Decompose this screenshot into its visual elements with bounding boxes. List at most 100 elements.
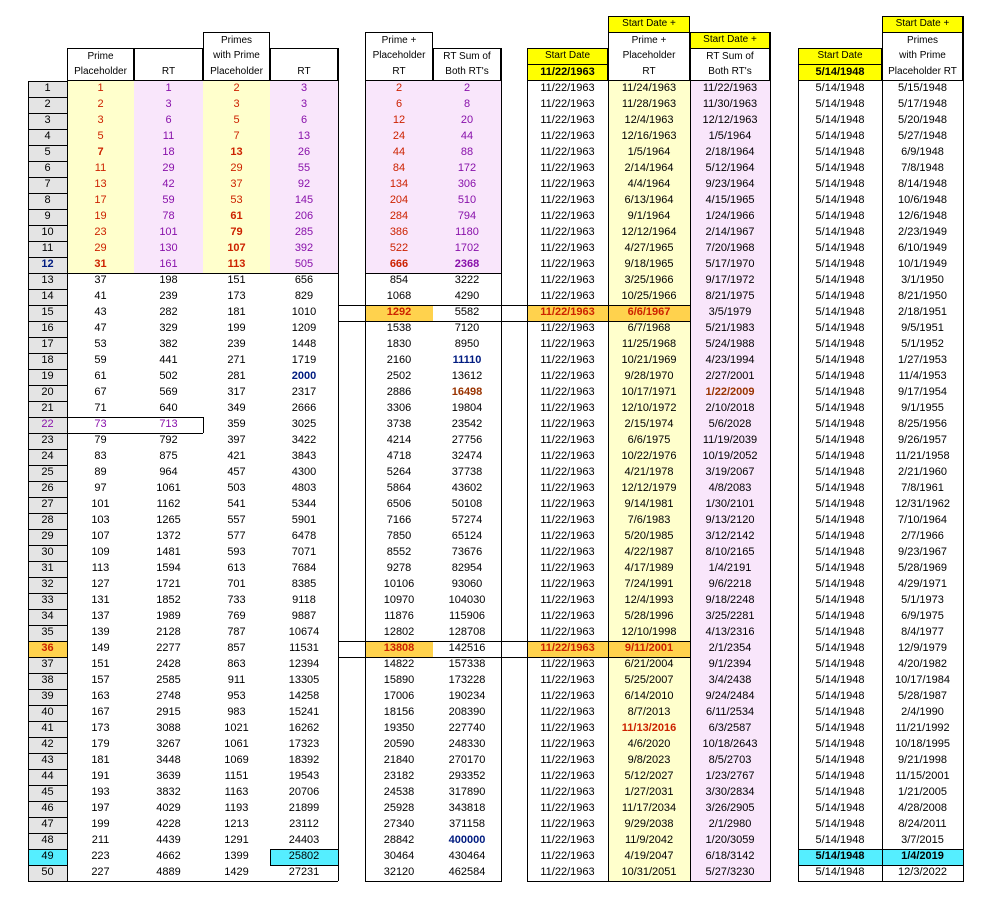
cell-r3-c11: 5/14/1948	[815, 114, 865, 126]
cell-r7-c1: 13	[94, 178, 107, 190]
cell-r45-c11: 5/14/1948	[815, 786, 865, 798]
hdr-rt: RT	[161, 66, 176, 77]
row49-rt-left	[270, 849, 271, 865]
cell-r26-c7: 43602	[451, 482, 483, 494]
cell-r50-c3: 1429	[224, 866, 249, 878]
cell-r18-c5: 1719	[291, 354, 317, 366]
cell-r14-c8: 11/22/1963	[540, 290, 595, 302]
cell-r42-c7: 248330	[448, 738, 486, 750]
cell-r25-c3: 457	[227, 466, 246, 478]
cell-r41-c3: 1021	[224, 722, 249, 734]
cell-r31-c6: 9278	[386, 562, 412, 574]
cell-r16-c0: 16	[41, 322, 54, 334]
index-row-line-21	[28, 417, 67, 418]
cell-r41-c7: 227740	[448, 722, 486, 734]
date2-block-left-border	[798, 48, 799, 882]
index-row-line-8	[28, 209, 67, 210]
cell-r42-c3: 1061	[224, 738, 249, 750]
cell-r25-c1: 89	[94, 466, 107, 478]
cell-r18-c10: 4/23/1994	[705, 354, 755, 366]
cell-r27-c6: 6506	[386, 498, 412, 510]
cell-r39-c12: 5/28/1987	[898, 690, 947, 702]
cell-r10-c8: 11/22/1963	[540, 226, 595, 238]
cell-r25-c0: 25	[41, 466, 54, 478]
cell-r42-c0: 42	[41, 738, 54, 750]
cell-r36-c11: 5/14/1948	[815, 642, 865, 654]
cell-r8-c10: 4/15/1965	[705, 194, 755, 206]
cell-r45-c2: 3832	[156, 786, 181, 798]
cell-r41-c5: 16262	[288, 722, 320, 734]
cell-r43-c11: 5/14/1948	[815, 754, 865, 766]
cell-r2-c6: 6	[395, 98, 403, 110]
row49-date-bot	[798, 865, 963, 866]
cell-r22-c6: 3738	[386, 418, 412, 430]
cell-r27-c2: 1162	[156, 498, 181, 510]
cell-r47-c2: 4228	[156, 818, 181, 830]
cell-r24-c5: 3843	[291, 450, 317, 462]
cell-r13-c5: 656	[294, 274, 314, 286]
cell-r50-c2: 4889	[156, 866, 181, 878]
cell-r25-c11: 5/14/1948	[815, 466, 865, 478]
cell-r19-c6: 2502	[386, 370, 412, 382]
cell-r13-c3: 151	[227, 274, 246, 286]
cell-r15-c10: 3/5/1979	[708, 306, 752, 318]
cell-r34-c8: 11/22/1963	[540, 610, 595, 622]
cell-r31-c5: 7684	[291, 562, 317, 574]
cell-r21-c3: 349	[227, 402, 246, 414]
cell-r3-c2: 6	[165, 114, 172, 126]
cell-r35-c7: 128708	[448, 626, 486, 638]
cell-r27-c0: 27	[41, 498, 54, 510]
cell-r49-c12: 1/4/2019	[882, 849, 963, 865]
cell-r11-c6: 522	[389, 242, 409, 254]
cell-r43-c7: 270170	[448, 754, 486, 766]
cell-r33-c8: 11/22/1963	[540, 594, 595, 606]
left-block-right-border	[338, 48, 339, 881]
cell-r4-c7: 44	[460, 130, 474, 142]
connector-top-14	[338, 305, 365, 306]
cell-r29-c0: 29	[41, 530, 54, 542]
cell-r33-c6: 10970	[383, 594, 415, 606]
cell-r42-c5: 17323	[288, 738, 320, 750]
cell-r48-c12: 3/7/2015	[901, 834, 944, 846]
cell-r9-c10: 1/24/1966	[705, 210, 755, 222]
hdr-sdprt-2: Placeholder	[622, 50, 676, 61]
cell-r44-c5: 19543	[288, 770, 320, 782]
cell-r7-c0: 7	[44, 178, 51, 190]
cell-r37-c9: 6/21/2004	[624, 658, 674, 670]
cell-r19-c2: 502	[159, 370, 178, 382]
index-row-line-9	[28, 225, 67, 226]
cell-r22-c1: 73	[94, 418, 107, 430]
cell-r42-c1: 179	[91, 738, 110, 750]
hdr-sdsum-2: Both RT's	[708, 66, 752, 77]
cell-r40-c3: 983	[227, 706, 246, 718]
cell-r9-c11: 5/14/1948	[815, 210, 865, 222]
row-box-top-35	[365, 641, 690, 642]
cell-r13-c7: 3222	[454, 274, 480, 286]
index-row-line-4	[28, 145, 67, 146]
cell-r1-c3: 2	[233, 82, 240, 94]
cell-r11-c1: 29	[94, 242, 107, 254]
cell-r46-c2: 4029	[156, 802, 181, 814]
row-box-bot-35	[365, 657, 690, 658]
cell-r5-c6: 44	[392, 146, 406, 158]
hdr-sdprt-3: RT	[642, 66, 656, 77]
cell-r37-c12: 4/20/1982	[898, 658, 947, 670]
cell-r33-c5: 9118	[292, 594, 316, 606]
cell-r32-c12: 4/29/1971	[898, 578, 947, 590]
cell-r27-c11: 5/14/1948	[815, 498, 865, 510]
index-row-line-0	[28, 81, 67, 82]
cell-r17-c2: 382	[159, 338, 178, 350]
cell-r41-c11: 5/14/1948	[815, 722, 865, 734]
cell-r2-c0: 2	[44, 98, 51, 110]
row49-rt-bot	[270, 865, 338, 866]
cell-r18-c8: 11/22/1963	[540, 354, 595, 366]
cell-r13-c9: 3/25/1966	[624, 274, 674, 286]
cell-r43-c2: 3448	[156, 754, 181, 766]
cell-r35-c12: 8/4/1977	[901, 626, 944, 638]
cell-r2-c2: 3	[165, 98, 172, 110]
cell-r8-c12: 10/6/1948	[898, 194, 947, 206]
cell-r20-c8: 11/22/1963	[540, 386, 595, 398]
index-row-line-11	[28, 257, 67, 258]
cell-r10-c9: 12/12/1964	[621, 226, 677, 238]
cell-r19-c12: 11/4/1953	[898, 370, 947, 382]
